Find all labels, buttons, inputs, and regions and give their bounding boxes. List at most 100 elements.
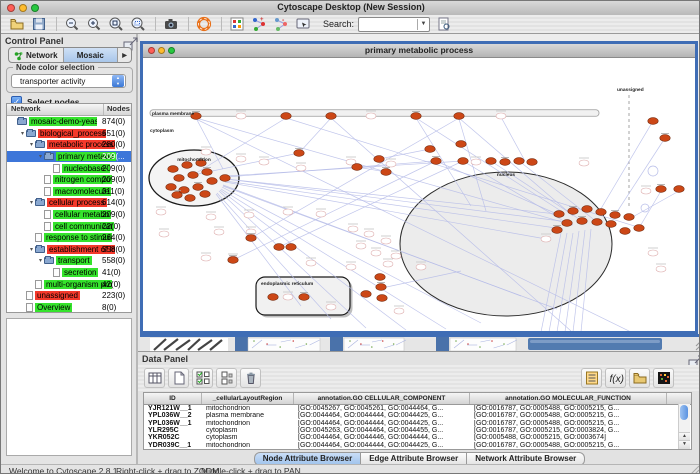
network-node[interactable] bbox=[185, 195, 195, 202]
column-header[interactable]: annotation.GO CELLULAR_COMPONENT bbox=[294, 393, 470, 404]
node-color-dropdown[interactable]: transporter activity ▲▼ bbox=[11, 74, 126, 88]
tab-mosaic[interactable]: Mosaic bbox=[64, 48, 119, 62]
network-node[interactable] bbox=[541, 236, 551, 242]
expand-arrow-icon[interactable]: ▾ bbox=[37, 153, 44, 160]
matrix-button[interactable] bbox=[653, 368, 674, 388]
network-edge[interactable] bbox=[629, 191, 679, 219]
network-node[interactable] bbox=[500, 159, 510, 166]
network-node[interactable] bbox=[214, 229, 224, 235]
network-node[interactable] bbox=[458, 158, 468, 165]
unselect-attributes-button[interactable] bbox=[216, 368, 237, 388]
network-node[interactable] bbox=[471, 159, 481, 165]
function-builder-button[interactable]: f(x) bbox=[605, 368, 626, 388]
network-node[interactable] bbox=[306, 260, 316, 266]
network-node[interactable] bbox=[577, 218, 587, 225]
network-node[interactable] bbox=[375, 274, 385, 281]
network-node[interactable] bbox=[416, 264, 426, 270]
attribute-table-button[interactable] bbox=[144, 368, 165, 388]
network-node[interactable] bbox=[268, 294, 278, 301]
table-row[interactable]: YPL036W__2plasma membrane[GO:0044464, GO… bbox=[144, 412, 691, 419]
column-header[interactable]: _cellularLayoutRegion bbox=[202, 393, 294, 404]
tree-row-mosaic-demo-yeast[interactable]: mosaic-demo-yeast874(0) bbox=[7, 116, 131, 128]
network-node[interactable] bbox=[606, 221, 616, 228]
network-node[interactable] bbox=[592, 219, 602, 226]
expand-arrow-icon[interactable]: ▾ bbox=[37, 257, 44, 264]
zoom-in-button[interactable] bbox=[84, 16, 104, 33]
network-edge[interactable] bbox=[379, 149, 430, 159]
network-edge[interactable] bbox=[501, 117, 525, 161]
network-node[interactable] bbox=[283, 209, 293, 215]
table-row[interactable]: YPL036W__1mitochondrion[GO:0044464, GO:0… bbox=[144, 420, 691, 427]
network-node[interactable] bbox=[377, 295, 387, 302]
network-node[interactable] bbox=[172, 192, 182, 199]
dropdown-stepper-icon[interactable]: ▲▼ bbox=[112, 75, 124, 87]
select-attributes-button[interactable] bbox=[192, 368, 213, 388]
network-node[interactable] bbox=[188, 172, 198, 179]
table-row[interactable]: YKR052Ccytoplasm[GO:0044464, GO:0044446,… bbox=[144, 434, 691, 441]
table-row[interactable]: YLR295Ccytoplasm[GO:0045263, GO:0044464,… bbox=[144, 427, 691, 434]
network-node[interactable] bbox=[376, 284, 386, 291]
scroll-down-icon[interactable]: ▼ bbox=[679, 440, 690, 449]
annotation-button[interactable] bbox=[293, 16, 313, 33]
float-panel-icon[interactable] bbox=[123, 36, 132, 45]
network-view-window[interactable]: primary metabolic process plasma membran… bbox=[140, 41, 698, 334]
import-attributes-button[interactable] bbox=[629, 368, 650, 388]
zoom-out-button[interactable] bbox=[62, 16, 82, 33]
expand-arrow-icon[interactable]: ▾ bbox=[28, 199, 35, 206]
column-header[interactable]: ID bbox=[144, 393, 202, 404]
tree-row-establishment-of-lo[interactable]: ▾establishment of lo558(0) bbox=[7, 244, 131, 256]
network-node[interactable] bbox=[641, 188, 651, 194]
network-node[interactable] bbox=[656, 186, 666, 193]
snapshot-button[interactable] bbox=[161, 16, 181, 33]
network-node[interactable] bbox=[352, 164, 362, 171]
float-data-panel-icon[interactable] bbox=[688, 354, 697, 363]
enhanced-search-button[interactable] bbox=[434, 16, 454, 33]
network-node[interactable] bbox=[486, 158, 496, 165]
network-node[interactable] bbox=[391, 253, 401, 259]
table-row[interactable]: YDR039C__1mitochondrion[GO:0044464, GO:0… bbox=[144, 441, 691, 448]
network-node[interactable] bbox=[383, 261, 393, 267]
chevron-down-icon[interactable]: ▼ bbox=[417, 19, 429, 30]
network-node[interactable] bbox=[356, 243, 366, 249]
help-button[interactable] bbox=[194, 16, 214, 33]
network-node[interactable] bbox=[596, 209, 606, 216]
network-canvas[interactable]: plasma membranecytoplasmmitochondrionnuc… bbox=[143, 57, 695, 331]
tree-row-macromolecule[interactable]: macromolecule311(0) bbox=[7, 186, 131, 198]
network-node[interactable] bbox=[326, 304, 336, 310]
tree-row-transport[interactable]: ▾transport558(0) bbox=[7, 255, 131, 267]
network-node[interactable] bbox=[582, 206, 592, 213]
network-node[interactable] bbox=[348, 226, 358, 232]
network-node[interactable] bbox=[381, 238, 391, 244]
network-node[interactable] bbox=[281, 113, 291, 120]
resize-grip-icon[interactable] bbox=[690, 465, 700, 474]
network-node[interactable] bbox=[394, 308, 404, 314]
network-node[interactable] bbox=[386, 161, 396, 167]
search-input[interactable] bbox=[359, 18, 417, 30]
tree-row-primary-metabo[interactable]: ▾primary metabo209(... bbox=[7, 151, 131, 163]
expand-arrow-icon[interactable]: ▾ bbox=[19, 130, 26, 137]
network-node[interactable] bbox=[202, 169, 212, 176]
save-session-button[interactable] bbox=[29, 16, 49, 33]
network-node[interactable] bbox=[366, 113, 376, 119]
network-node[interactable] bbox=[648, 118, 658, 125]
table-row[interactable]: YJR121W__1mitochondrion[GO:0045267, GO:0… bbox=[144, 405, 691, 412]
zoom-selected-button[interactable] bbox=[128, 16, 148, 33]
table-scrollbar[interactable]: ▲ ▼ bbox=[678, 404, 690, 449]
tree-row-cellular-process[interactable]: ▾cellular process614(0) bbox=[7, 197, 131, 209]
network-node[interactable] bbox=[236, 156, 246, 162]
network-node[interactable] bbox=[346, 264, 356, 270]
scrollbar-thumb[interactable] bbox=[680, 405, 688, 420]
attribute-list-button[interactable] bbox=[581, 368, 602, 388]
network-node[interactable] bbox=[296, 165, 306, 171]
tree-row-metabolic-process[interactable]: ▾metabolic process280(0) bbox=[7, 139, 131, 151]
network-node[interactable] bbox=[674, 186, 684, 193]
network-node[interactable] bbox=[174, 175, 184, 182]
network-node[interactable] bbox=[206, 214, 216, 220]
network-node[interactable] bbox=[454, 113, 464, 120]
network-window-title-bar[interactable]: primary metabolic process bbox=[143, 44, 695, 58]
network-node[interactable] bbox=[634, 225, 644, 232]
network-node[interactable] bbox=[456, 141, 466, 148]
network-node[interactable] bbox=[624, 214, 634, 221]
tree-row-nitrogen-compo[interactable]: nitrogen compo209(0) bbox=[7, 174, 131, 186]
network-node[interactable] bbox=[201, 149, 211, 155]
